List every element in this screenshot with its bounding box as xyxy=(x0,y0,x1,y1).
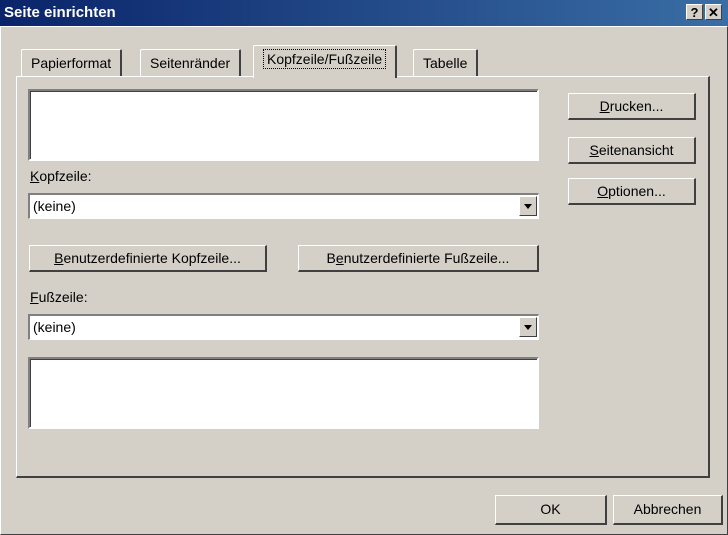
title-bar: Seite einrichten ? ✕ xyxy=(0,0,728,26)
close-icon[interactable]: ✕ xyxy=(705,4,722,20)
help-icon[interactable]: ? xyxy=(686,4,703,20)
header-label-rest: opfzeile: xyxy=(39,168,92,184)
tab-seitenraender[interactable]: Seitenränder xyxy=(140,49,242,76)
header-label: Kopfzeile: xyxy=(30,168,92,184)
button-label: rucken... xyxy=(609,98,664,114)
footer-select-value: (keine) xyxy=(33,319,76,335)
header-select[interactable]: (keine) xyxy=(28,193,539,219)
footer-select[interactable]: (keine) xyxy=(28,314,539,340)
button-label-pre: B xyxy=(326,250,336,266)
tab-label: Tabelle xyxy=(423,55,468,71)
footer-label-mnemonic: F xyxy=(30,289,39,305)
button-label: eitenansicht xyxy=(598,142,674,158)
tab-kopfzeile-fusszeile[interactable]: Kopfzeile/Fußzeile xyxy=(253,45,398,78)
chevron-down-icon[interactable] xyxy=(519,317,537,337)
custom-footer-button[interactable]: Benutzerdefinierte Fußzeile... xyxy=(298,245,539,272)
button-label: nutzerdefinierte Fußzeile... xyxy=(343,250,510,266)
header-label-mnemonic: K xyxy=(30,168,40,184)
options-button[interactable]: Optionen... xyxy=(568,178,696,205)
button-label: enutzerdefinierte Kopfzeile... xyxy=(63,250,241,266)
header-select-value: (keine) xyxy=(33,198,76,214)
custom-header-button[interactable]: Benutzerdefinierte Kopfzeile... xyxy=(29,245,267,272)
tab-label: Papierformat xyxy=(31,55,112,71)
button-label: ptionen... xyxy=(608,183,666,199)
tab-label: Kopfzeile/Fußzeile xyxy=(263,49,387,69)
chevron-down-icon[interactable] xyxy=(519,196,537,216)
header-preview xyxy=(28,89,539,161)
footer-preview xyxy=(28,357,539,429)
mnemonic: D xyxy=(599,98,610,114)
mnemonic: S xyxy=(589,142,599,158)
print-button[interactable]: Drucken... xyxy=(568,93,696,120)
mnemonic: e xyxy=(335,250,344,266)
tab-tabelle[interactable]: Tabelle xyxy=(413,49,479,76)
footer-label: Fußzeile: xyxy=(30,289,88,305)
window-title: Seite einrichten xyxy=(4,4,116,21)
print-preview-button[interactable]: Seitenansicht xyxy=(568,137,696,164)
ok-button[interactable]: OK xyxy=(495,495,607,525)
mnemonic: O xyxy=(597,183,609,199)
tab-label: Seitenränder xyxy=(150,55,231,71)
footer-label-rest: ußzeile: xyxy=(38,289,88,305)
tab-papierformat[interactable]: Papierformat xyxy=(21,49,123,76)
cancel-button[interactable]: Abbrechen xyxy=(613,495,723,525)
